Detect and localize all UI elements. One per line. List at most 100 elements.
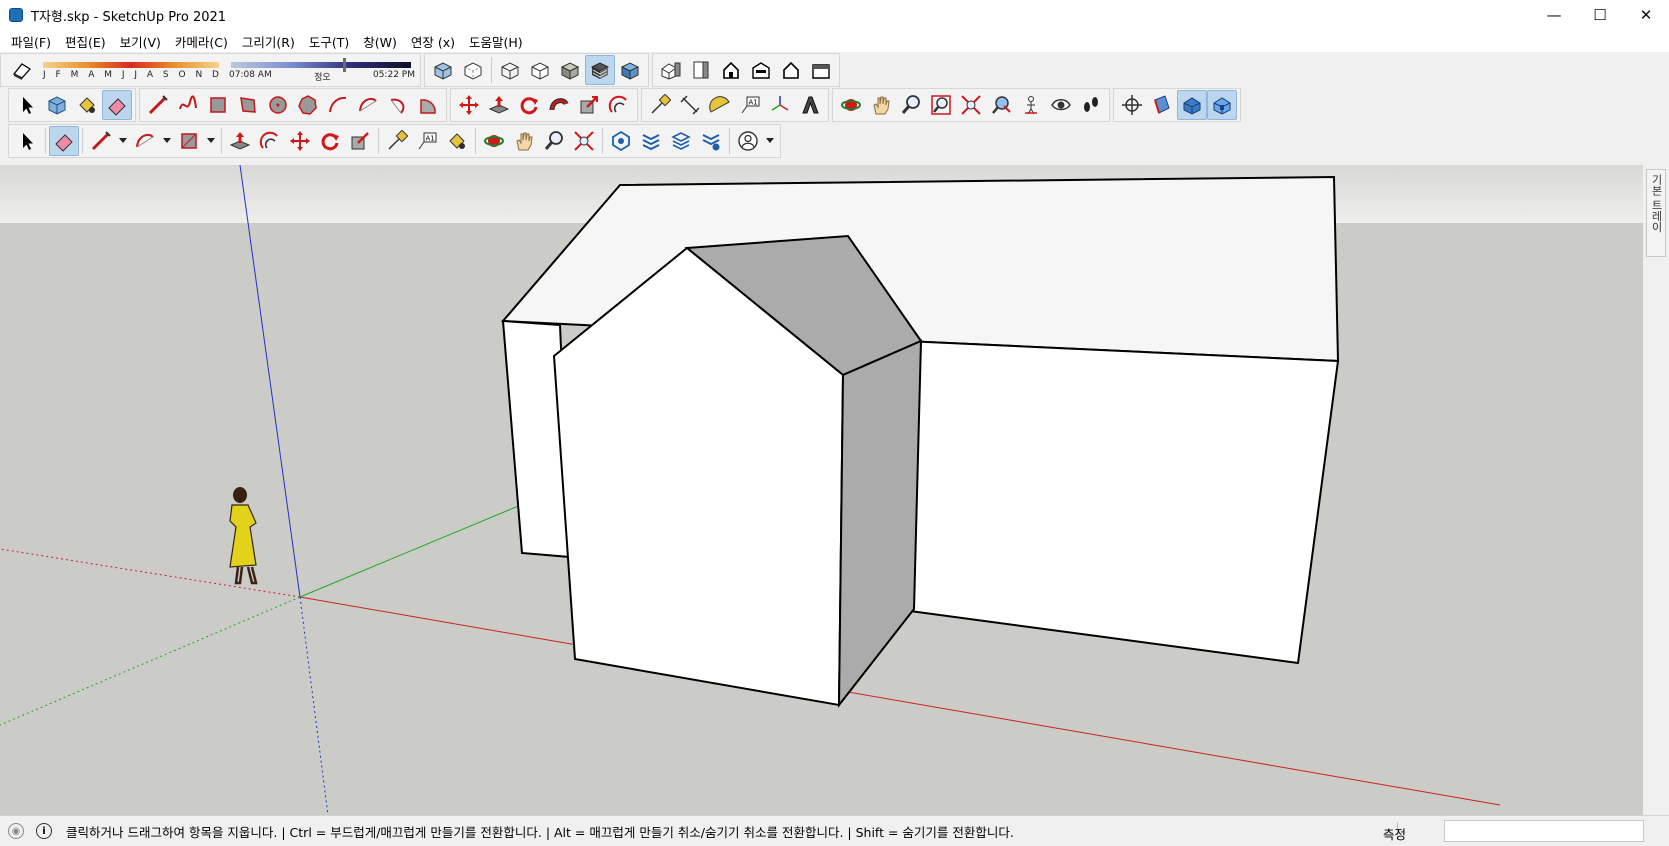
orbit-button-2[interactable] (479, 126, 509, 156)
3d-text-button[interactable] (795, 90, 825, 120)
zoom-button-2[interactable] (539, 126, 569, 156)
display-section-cuts-button[interactable] (1177, 90, 1207, 120)
menu-tools[interactable]: 도구(T) (302, 32, 356, 51)
pan-button[interactable] (866, 90, 896, 120)
layout-button[interactable] (666, 126, 696, 156)
display-section-planes-button[interactable] (1147, 90, 1177, 120)
offset-button-2[interactable] (255, 126, 285, 156)
zoom-window-button[interactable] (926, 90, 956, 120)
tape-measure-button[interactable] (645, 90, 675, 120)
info-icon[interactable]: i (36, 823, 52, 839)
measurements-input[interactable] (1444, 820, 1644, 842)
rotate-button-2[interactable] (315, 126, 345, 156)
polygon-button[interactable] (293, 90, 323, 120)
backedges-button[interactable] (458, 55, 488, 85)
scene-canvas[interactable] (0, 165, 1643, 815)
default-tray-tab[interactable]: 기본 트레이 (1646, 169, 1666, 257)
hidden-line-button[interactable] (525, 55, 555, 85)
follow-me-button[interactable] (544, 90, 574, 120)
minimize-button[interactable]: — (1531, 0, 1577, 30)
position-camera-button[interactable] (1016, 90, 1046, 120)
shadow-time-slider[interactable]: 07:08 AM 정오 05:22 PM (227, 55, 417, 85)
move-button[interactable] (454, 90, 484, 120)
display-section-fill-button[interactable] (1207, 90, 1237, 120)
geo-location-icon[interactable]: ◉ (8, 823, 24, 839)
arc-button-2[interactable] (130, 126, 160, 156)
menu-help[interactable]: 도움말(H) (462, 32, 530, 51)
dimension-button[interactable] (675, 90, 705, 120)
paint-bucket-button-2[interactable] (442, 126, 472, 156)
protractor-button[interactable] (705, 90, 735, 120)
front-view-button[interactable] (716, 55, 746, 85)
select-button-2[interactable] (12, 126, 42, 156)
rotated-rectangle-button[interactable] (233, 90, 263, 120)
menu-window[interactable]: 창(W) (356, 32, 404, 51)
wireframe-button[interactable] (495, 55, 525, 85)
menu-draw[interactable]: 그리기(R) (235, 32, 302, 51)
right-view-button[interactable] (746, 55, 776, 85)
month-labels: J F M A M J J A S O N D (43, 70, 219, 80)
push-pull-button-2[interactable] (225, 126, 255, 156)
account-button[interactable] (733, 126, 763, 156)
section-plane-button[interactable] (1117, 90, 1147, 120)
line-button-2[interactable] (86, 126, 116, 156)
arc-dropdown[interactable] (160, 126, 174, 156)
iso-view-button[interactable] (656, 55, 686, 85)
pan-button-2[interactable] (509, 126, 539, 156)
xray-button[interactable] (428, 55, 458, 85)
top-view-button[interactable] (686, 55, 716, 85)
rotate-button[interactable] (514, 90, 544, 120)
previous-view-button[interactable] (986, 90, 1016, 120)
three-point-arc-button[interactable] (383, 90, 413, 120)
back-view-button[interactable] (776, 55, 806, 85)
model-viewport[interactable] (0, 165, 1643, 815)
walk-button[interactable] (1076, 90, 1106, 120)
arc-button[interactable] (323, 90, 353, 120)
move-button-2[interactable] (285, 126, 315, 156)
extension-warehouse-button[interactable] (636, 126, 666, 156)
maximize-button[interactable]: ☐ (1577, 0, 1623, 30)
3d-warehouse-button[interactable] (606, 126, 636, 156)
paint-bucket-button[interactable] (72, 90, 102, 120)
circle-button[interactable] (263, 90, 293, 120)
eraser-button-2[interactable] (49, 126, 79, 156)
extension-manager-button[interactable] (696, 126, 726, 156)
menu-extensions[interactable]: 연장 (x) (404, 32, 462, 51)
axes-button[interactable] (765, 90, 795, 120)
two-point-arc-button[interactable] (353, 90, 383, 120)
text-button-2[interactable]: A1 (412, 126, 442, 156)
account-dropdown[interactable] (763, 126, 777, 156)
shadow-date-slider[interactable]: J F M A M J J A S O N D (37, 55, 227, 85)
scale-button-2[interactable] (345, 126, 375, 156)
offset-button[interactable] (604, 90, 634, 120)
text-button[interactable]: A1 (735, 90, 765, 120)
shadows-toggle-button[interactable] (7, 55, 37, 85)
line-button[interactable] (143, 90, 173, 120)
look-around-button[interactable] (1046, 90, 1076, 120)
push-pull-button[interactable] (484, 90, 514, 120)
line-dropdown[interactable] (116, 126, 130, 156)
freehand-button[interactable] (173, 90, 203, 120)
eraser-button[interactable] (102, 90, 132, 120)
scale-button[interactable] (574, 90, 604, 120)
orbit-button[interactable] (836, 90, 866, 120)
menu-camera[interactable]: 카메라(C) (168, 32, 235, 51)
tape-measure-button-2[interactable] (382, 126, 412, 156)
close-button[interactable]: ✕ (1623, 0, 1669, 30)
select-button[interactable] (12, 90, 42, 120)
shaded-button[interactable] (555, 55, 585, 85)
shaded-textures-button[interactable] (585, 55, 615, 85)
make-component-button[interactable] (42, 90, 72, 120)
pie-button[interactable] (413, 90, 443, 120)
zoom-extents-button-2[interactable] (569, 126, 599, 156)
menu-view[interactable]: 보기(V) (113, 32, 168, 51)
menu-file[interactable]: 파일(F) (4, 32, 58, 51)
zoom-button[interactable] (896, 90, 926, 120)
menu-edit[interactable]: 편집(E) (58, 32, 113, 51)
monochrome-button[interactable] (615, 55, 645, 85)
rectangle-button[interactable] (203, 90, 233, 120)
left-view-button[interactable] (806, 55, 836, 85)
rectangle-button-2[interactable] (174, 126, 204, 156)
zoom-extents-button[interactable] (956, 90, 986, 120)
rectangle-dropdown[interactable] (204, 126, 218, 156)
